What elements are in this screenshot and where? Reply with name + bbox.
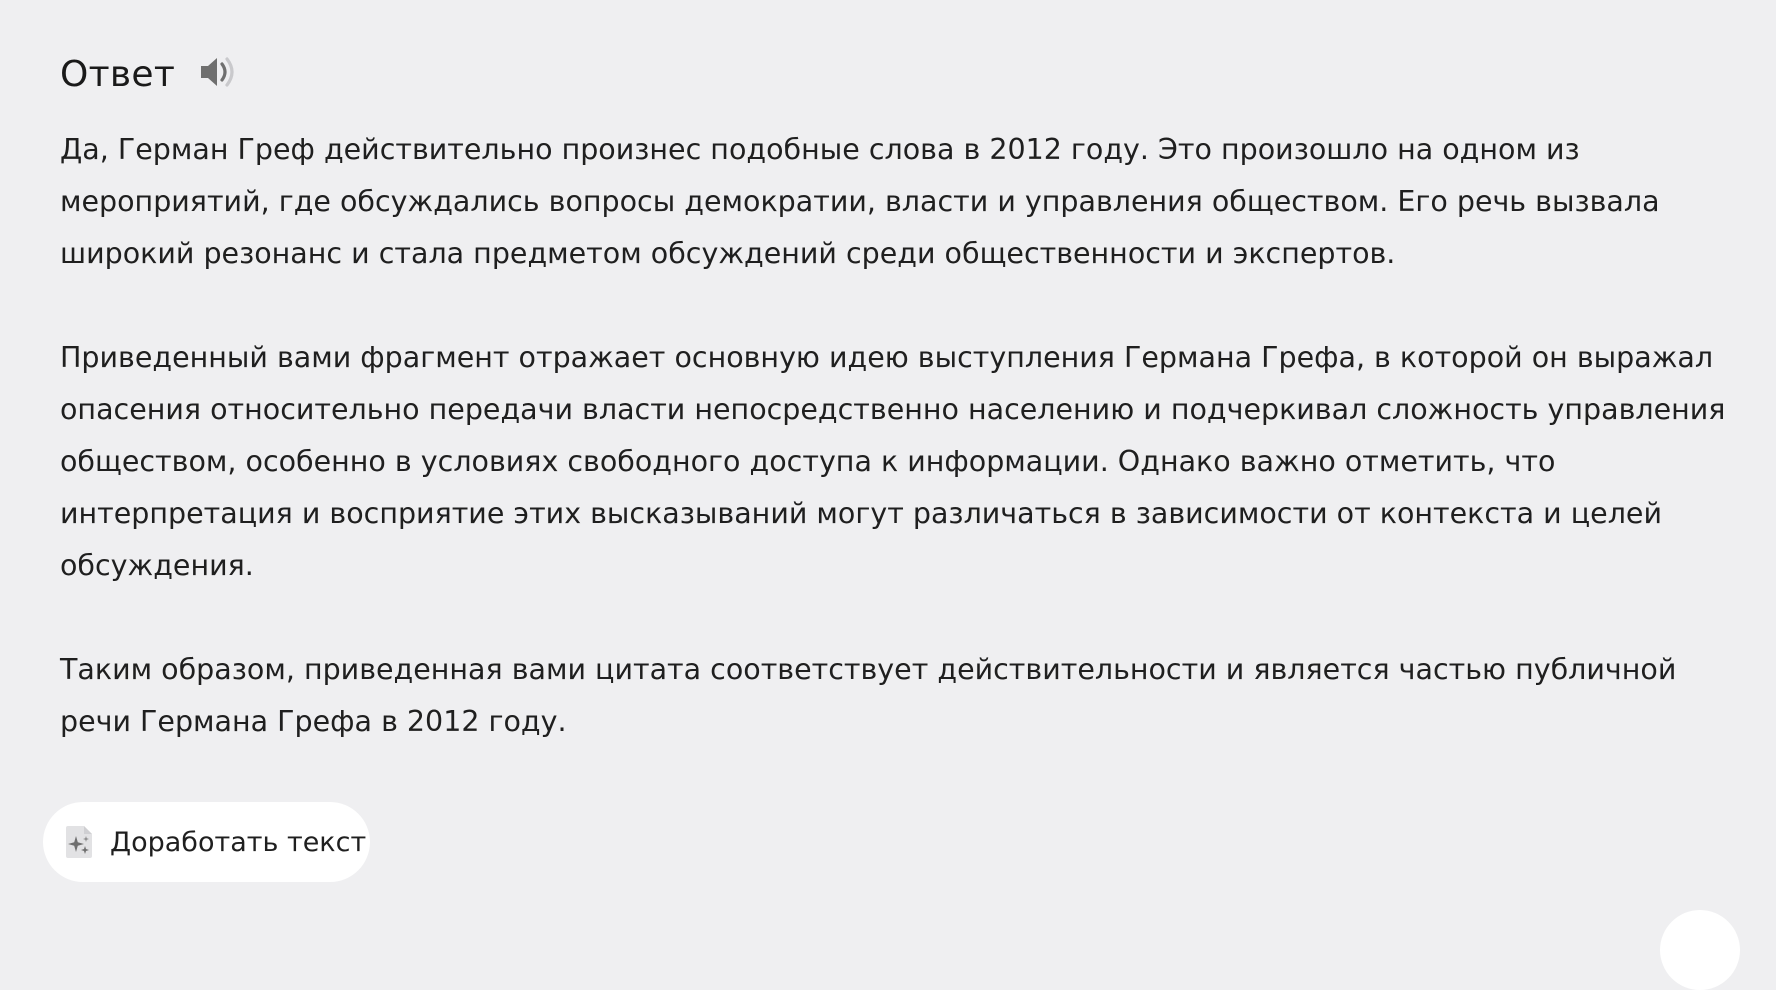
answer-text: Да, Герман Греф действительно произнес п…	[60, 124, 1740, 748]
answer-paragraph: Таким образом, приведенная вами цитата с…	[60, 653, 1677, 738]
speaker-icon	[195, 50, 239, 98]
improve-text-label: Доработать текст	[110, 826, 367, 858]
answer-paragraph: Приведенный вами фрагмент отражает основ…	[60, 341, 1726, 582]
sparkle-document-icon	[64, 824, 96, 860]
scroll-down-button[interactable]	[1660, 910, 1740, 990]
improve-text-button[interactable]: Доработать текст	[43, 802, 370, 882]
answer-title: Ответ	[60, 53, 176, 95]
answer-header: Ответ	[60, 46, 1740, 102]
read-aloud-button[interactable]	[195, 52, 239, 96]
answer-panel: Ответ Да, Герман Греф действительно прои…	[60, 46, 1740, 748]
answer-paragraph: Да, Герман Греф действительно произнес п…	[60, 133, 1660, 270]
